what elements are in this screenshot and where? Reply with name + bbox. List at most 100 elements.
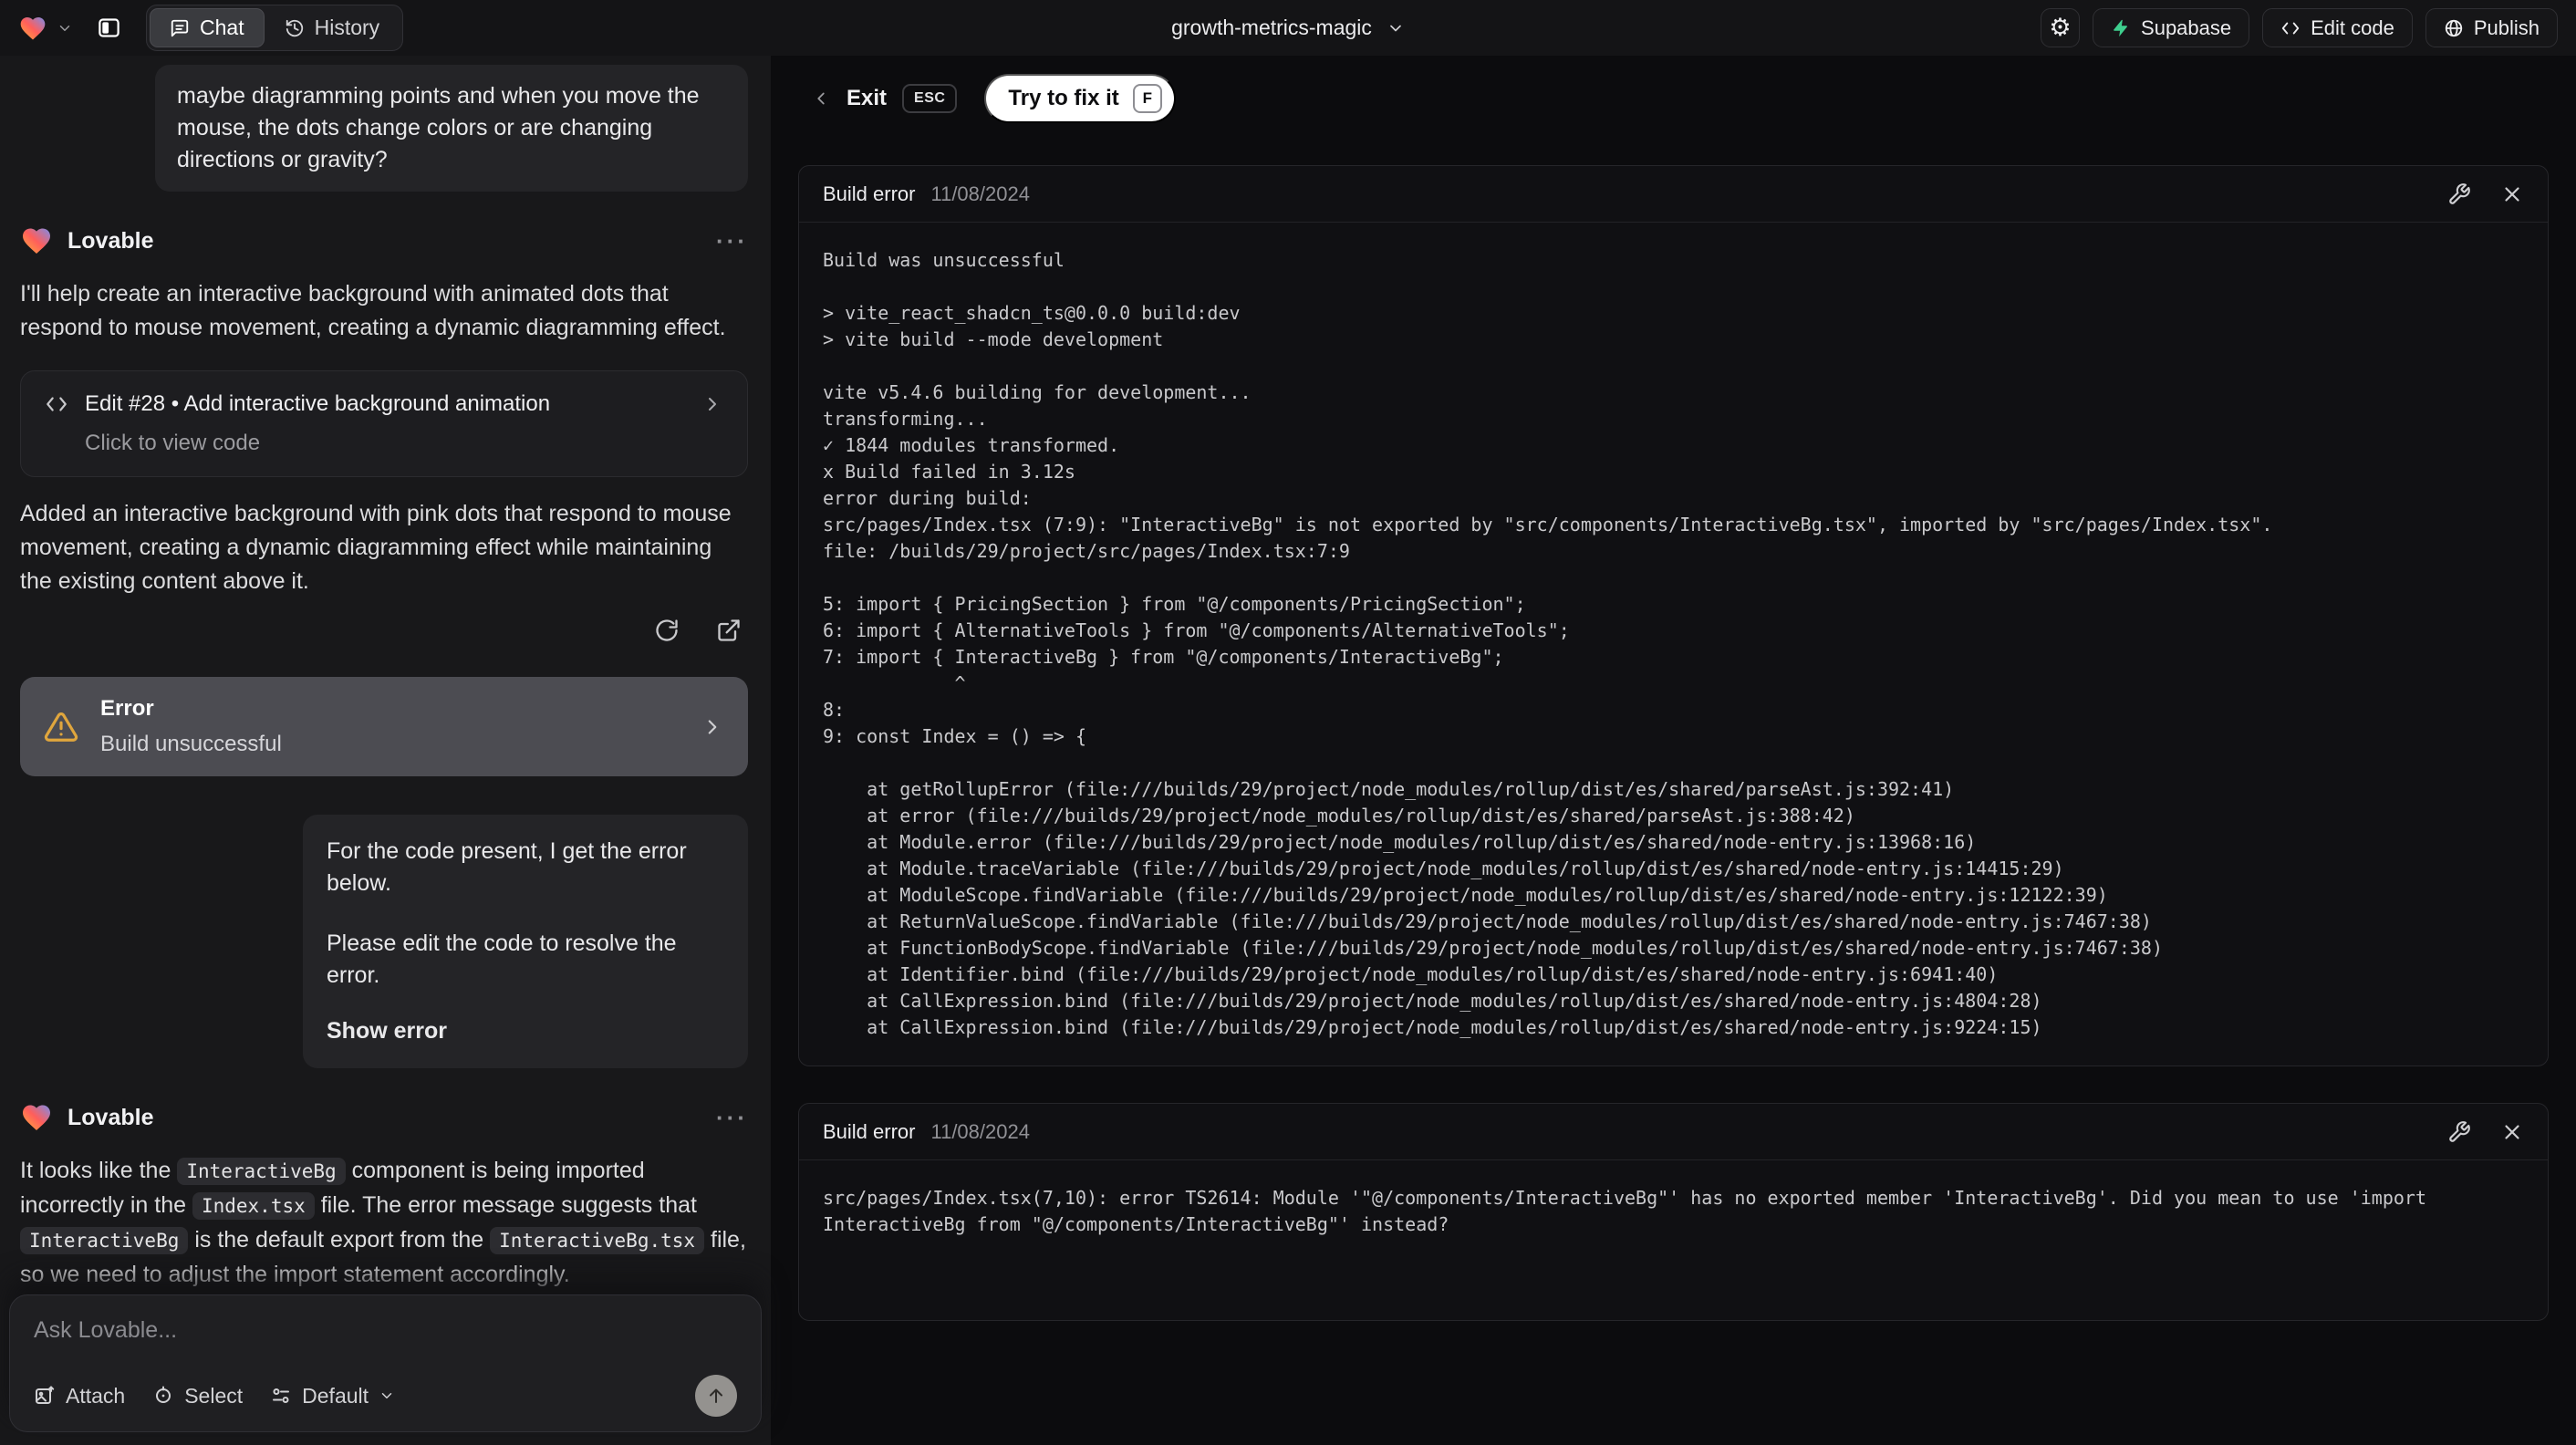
open-preview-button[interactable]	[710, 611, 748, 650]
build-error-title: Build error	[823, 1119, 916, 1143]
wrench-icon[interactable]	[2447, 1120, 2471, 1144]
show-error-link[interactable]: Show error	[327, 1015, 724, 1047]
main-split: maybe diagramming points and when you mo…	[0, 56, 2576, 1445]
user-message: For the code present, I get the error be…	[303, 815, 748, 1068]
edit-28-row: Edit #28 • Add interactive background an…	[45, 391, 723, 417]
top-bar-left: Chat History	[18, 5, 1171, 51]
attach-label: Attach	[66, 1383, 126, 1408]
edit-code-label: Edit code	[2311, 16, 2394, 39]
edit-code-button[interactable]: Edit code	[2262, 8, 2413, 47]
esc-key-badge: ESC	[902, 84, 958, 113]
exit-label: Exit	[847, 86, 888, 110]
history-icon	[286, 19, 303, 36]
build-error-card-actions	[2447, 182, 2524, 206]
build-error-title: Build error	[823, 182, 916, 205]
gear-icon: ⚙	[2049, 14, 2072, 42]
close-icon[interactable]	[2500, 182, 2524, 206]
build-error-card-2: Build error 11/08/2024 src/pages/Index.t…	[798, 1103, 2549, 1321]
user-message-text: maybe diagramming points and when you mo…	[177, 83, 700, 172]
build-log: src/pages/Index.tsx(7,10): error TS2614:…	[823, 1187, 2438, 1235]
tab-history-label: History	[314, 16, 380, 39]
error-card-subtitle: Build unsuccessful	[100, 732, 282, 756]
attach-button[interactable]: Attach	[34, 1384, 125, 1409]
heart-icon	[23, 1105, 50, 1131]
supabase-button[interactable]: Supabase	[2093, 8, 2250, 47]
settings-button[interactable]: ⚙	[2041, 8, 2081, 47]
user-message: maybe diagramming points and when you mo…	[155, 65, 748, 192]
code-icon	[2281, 22, 2300, 34]
composer: Attach Select Default	[9, 1294, 762, 1432]
chat-message-list[interactable]: maybe diagramming points and when you mo…	[0, 56, 771, 1294]
build-error-card-2-body: src/pages/Index.tsx(7,10): error TS2614:…	[799, 1160, 2548, 1320]
user-message-line: For the code present, I get the error be…	[327, 838, 687, 896]
message-menu-ellipsis-icon[interactable]: ···	[716, 227, 748, 255]
project-switcher[interactable]: growth-metrics-magic	[1171, 16, 1405, 40]
chevron-left-icon	[817, 92, 825, 105]
send-button[interactable]	[695, 1375, 737, 1417]
refresh-icon	[656, 619, 678, 641]
select-target-icon	[156, 1386, 171, 1403]
build-error-card-2-header: Build error 11/08/2024	[799, 1104, 2548, 1160]
error-card-title: Error	[100, 696, 154, 721]
exit-button[interactable]: Exit ESC	[811, 84, 958, 113]
build-error-date: 11/08/2024	[930, 182, 1030, 205]
build-error-summary-card[interactable]: Error Build unsuccessful	[20, 677, 748, 776]
attach-image-icon	[36, 1386, 55, 1404]
chevron-right-icon	[708, 719, 717, 734]
globe-icon	[2445, 19, 2463, 36]
tab-chat-label: Chat	[200, 16, 244, 39]
tab-history[interactable]: History	[265, 8, 400, 47]
tab-chat[interactable]: Chat	[150, 8, 265, 47]
build-error-card-actions	[2447, 1120, 2524, 1144]
assistant-name: Lovable	[68, 1104, 154, 1130]
arrow-up-icon	[710, 1388, 722, 1403]
external-link-icon	[718, 619, 740, 641]
top-bar-right: ⚙ Supabase Edit code Publish	[1405, 8, 2559, 47]
try-to-fix-button[interactable]: Try to fix it F	[984, 74, 1176, 123]
build-log: Build was unsuccessful > vite_react_shad…	[823, 249, 2273, 1038]
user-message-line: Please edit the code to resolve the erro…	[327, 930, 677, 988]
sliders-icon	[273, 1388, 290, 1403]
error-texts: Error Build unsuccessful	[100, 696, 282, 757]
edit-28-card[interactable]: Edit #28 • Add interactive background an…	[20, 370, 748, 477]
toggle-sidebar-button[interactable]	[89, 9, 128, 47]
wrench-icon[interactable]	[2447, 182, 2471, 206]
assistant-summary-text: Added an interactive background with pin…	[20, 501, 732, 594]
publish-label: Publish	[2473, 16, 2540, 39]
chat-bubble-icon	[171, 19, 189, 36]
chat-history-tabs: Chat History	[146, 5, 404, 51]
preview-panel: Exit ESC Try to fix it F Build error 11/…	[771, 56, 2576, 1445]
warning-triangle-icon	[44, 712, 78, 742]
supabase-label: Supabase	[2141, 16, 2232, 39]
chat-input[interactable]	[34, 1317, 737, 1370]
close-icon[interactable]	[2500, 1120, 2524, 1144]
f-key-badge: F	[1132, 84, 1162, 113]
assistant-fix-text: It looks like the InteractiveBg componen…	[20, 1158, 746, 1287]
build-error-card-1: Build error 11/08/2024 Build was unsucce…	[798, 165, 2549, 1066]
supabase-bolt-icon	[2114, 19, 2127, 36]
heart-icon	[23, 228, 50, 255]
composer-wrap: Attach Select Default	[0, 1294, 771, 1445]
project-name: growth-metrics-magic	[1171, 16, 1372, 39]
message-actions	[20, 611, 748, 650]
message-menu-ellipsis-icon[interactable]: ···	[716, 1104, 748, 1132]
code-icon	[47, 397, 67, 411]
top-bar: Chat History growth-metrics-magic ⚙ Supa…	[0, 0, 2576, 56]
assistant-message-header: Lovable ···	[20, 1101, 748, 1134]
publish-button[interactable]: Publish	[2425, 8, 2559, 47]
logo-chevron-down-icon[interactable]	[57, 20, 73, 36]
retry-button[interactable]	[648, 611, 686, 650]
project-chevron-down-icon	[1390, 25, 1401, 31]
select-button[interactable]: Select	[152, 1384, 243, 1409]
model-label: Default	[302, 1383, 369, 1408]
edit-28-subtitle: Click to view code	[85, 431, 261, 455]
model-selector[interactable]: Default	[270, 1384, 395, 1409]
panel-left-icon	[98, 18, 119, 37]
composer-toolbar: Attach Select Default	[34, 1375, 737, 1417]
chevron-right-icon	[709, 398, 716, 411]
build-error-date: 11/08/2024	[930, 1119, 1030, 1143]
lovable-heart-icon[interactable]	[18, 14, 47, 43]
build-error-card-1-header: Build error 11/08/2024	[799, 166, 2548, 223]
preview-top-bar: Exit ESC Try to fix it F	[798, 56, 2549, 129]
select-label: Select	[184, 1383, 244, 1408]
